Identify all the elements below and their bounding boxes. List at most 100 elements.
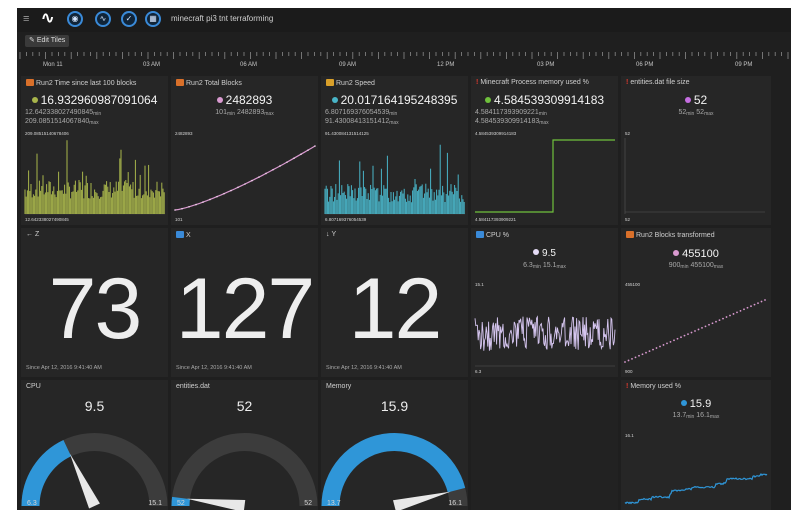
- flame-icon: [26, 79, 34, 86]
- data-point: [729, 314, 731, 317]
- data-point: [258, 176, 260, 178]
- data-point: [704, 325, 707, 328]
- data-point: [666, 342, 668, 345]
- data-point: [739, 309, 742, 312]
- image-icon: [626, 231, 634, 238]
- tile-gauge-cpu[interactable]: CPU 9.5 6.3 15.1: [21, 380, 168, 510]
- axis-top-label: 16.1: [625, 433, 634, 438]
- alert-icon: !: [626, 79, 629, 86]
- chart-icon[interactable]: ✓: [121, 11, 137, 27]
- series-dot: [216, 97, 223, 103]
- min-sub: min: [532, 264, 541, 270]
- axis-top-label: 15.1: [475, 282, 484, 287]
- tile-z-coordinate[interactable]: ← Z 73 Since Apr 12, 2016 9:41:40 AM: [21, 228, 168, 377]
- timeline-label: 12 PM: [437, 62, 455, 68]
- axis-top-label: 209.08515140678406: [25, 131, 69, 136]
- min-value: 6.807169376054539min: [325, 109, 397, 118]
- logo-icon[interactable]: ∿: [41, 11, 54, 27]
- gauge-max: 15.1: [148, 500, 162, 507]
- data-point: [272, 168, 274, 171]
- axis-bottom-label: 4.584117393909221: [475, 217, 516, 222]
- data-point: [760, 300, 763, 303]
- pencil-icon: ✎: [29, 37, 35, 44]
- data-point: [265, 172, 267, 175]
- dashboard-icon[interactable]: ◉: [67, 11, 83, 27]
- metric-value-text: 9.5: [542, 248, 556, 259]
- max-sub: max: [389, 120, 399, 126]
- min-text: 101: [215, 109, 227, 116]
- series-dot: [673, 250, 680, 256]
- min-value: 4.584117393909221min: [475, 109, 547, 118]
- monitor-icon: [476, 231, 484, 238]
- min-sub: min: [226, 111, 236, 117]
- data-point: [209, 198, 211, 201]
- tile-title: Z: [35, 231, 40, 238]
- data-point: [750, 305, 752, 308]
- data-point: [286, 161, 288, 163]
- axis-bottom-label: 101: [175, 217, 183, 222]
- tile-title: Run2 Total Blocks: [186, 80, 242, 87]
- tile-memory-used[interactable]: ! Memory used % 15.9 13.7min 16.1max 16.1: [621, 380, 771, 510]
- tile-y-coordinate[interactable]: ↓ Y 12 Since Apr 12, 2016 9:41:40 AM: [321, 228, 468, 377]
- metric-value-text: 16.932960987091064: [40, 93, 158, 107]
- gauge-fill: [21, 439, 72, 507]
- data-point: [753, 303, 756, 306]
- tile-gauge-memory[interactable]: Memory 15.9 13.7 16.1: [321, 380, 468, 510]
- min-max-value: 101min 2482893max: [171, 109, 318, 118]
- series-dot: [331, 97, 338, 103]
- tile-x-coordinate[interactable]: X 127 Since Apr 12, 2016 9:41:40 AM: [171, 228, 318, 377]
- min-text: 6.3: [523, 262, 533, 269]
- series-dot: [533, 249, 540, 255]
- timeline-label: 09 AM: [339, 62, 357, 68]
- tile-title: Run2 Speed: [336, 80, 375, 87]
- data-point: [673, 339, 675, 342]
- edit-tiles-label: Edit Tiles: [36, 37, 66, 44]
- gauge-needle: [69, 453, 100, 509]
- metric-value: 4.584539309914183: [471, 93, 618, 107]
- gauge-max: 52: [304, 500, 312, 507]
- max-value: 209.0851514067840max: [25, 118, 99, 127]
- metric-value-text: 2482893: [225, 93, 273, 107]
- min-sub: min: [538, 111, 547, 117]
- axis-bottom-label: 52: [625, 217, 631, 222]
- monitor-icon: [176, 231, 184, 238]
- dashboard-title: minecraft pi3 tnt terraforming: [171, 14, 274, 23]
- tile-run2-time[interactable]: Run2 Time since last 100 blocks 16.93296…: [21, 76, 168, 225]
- data-point: [638, 354, 640, 357]
- alert-icon: !: [476, 79, 479, 86]
- tile-cpu-percent[interactable]: CPU % 9.5 6.3min 15.1max 15.1 6.3: [471, 228, 618, 377]
- min-max-value: 13.7min 16.1max: [621, 412, 771, 421]
- pulse-icon[interactable]: ∿: [95, 11, 111, 27]
- axis-bottom-label: 12.642338027490845: [25, 217, 69, 222]
- speed-icon: [326, 79, 334, 86]
- metric-value-text: 4.584539309914183: [493, 93, 605, 107]
- metric-value: 455100: [621, 248, 771, 260]
- min-max-value: 900min 455100max: [621, 262, 771, 271]
- data-point: [764, 299, 766, 301]
- sparkline-chart: [474, 315, 616, 367]
- since-text: Since Apr 12, 2016 9:41:40 AM: [326, 365, 402, 371]
- tile-run2-speed[interactable]: Run2 Speed 20.017164195248395 6.80716937…: [321, 76, 468, 225]
- timeline-scrubber[interactable]: Mon 11 03 AM 06 AM 09 AM 12 PM 03 PM 06 …: [17, 52, 791, 72]
- axis-top-label: 4.584539309914183: [475, 131, 517, 136]
- tile-gauge-entities[interactable]: entities.dat 52 52 52: [171, 380, 318, 510]
- edit-tiles-button[interactable]: ✎ Edit Tiles: [25, 35, 70, 47]
- data-point: [181, 207, 183, 210]
- building-icon[interactable]: ▦: [145, 11, 161, 27]
- gauge-track: [171, 433, 318, 507]
- tile-minecraft-memory[interactable]: ! Minecraft Process memory used % 4.58453…: [471, 76, 618, 225]
- max-text: 15.1: [542, 262, 557, 269]
- tile-title: Minecraft Process memory used %: [480, 79, 589, 86]
- min-sub: min: [686, 111, 695, 117]
- tile-blocks-transformed[interactable]: Run2 Blocks transformed 455100 900min 45…: [621, 228, 771, 377]
- tile-entities-file-size[interactable]: ! entities.dat file size 52 52min 52max 5…: [621, 76, 771, 225]
- tile-run2-total-blocks[interactable]: Run2 Total Blocks 2482893 101min 2482893…: [171, 76, 318, 225]
- max-sub: max: [709, 414, 720, 420]
- data-point: [251, 179, 253, 182]
- sparkline-chart: [624, 299, 766, 363]
- data-point: [732, 313, 735, 315]
- gauge-value: 9.5: [84, 398, 105, 414]
- axis-bottom-label: 900: [625, 369, 633, 374]
- menu-icon[interactable]: ≡: [23, 14, 29, 25]
- axis-top-label: 2482893: [175, 131, 193, 136]
